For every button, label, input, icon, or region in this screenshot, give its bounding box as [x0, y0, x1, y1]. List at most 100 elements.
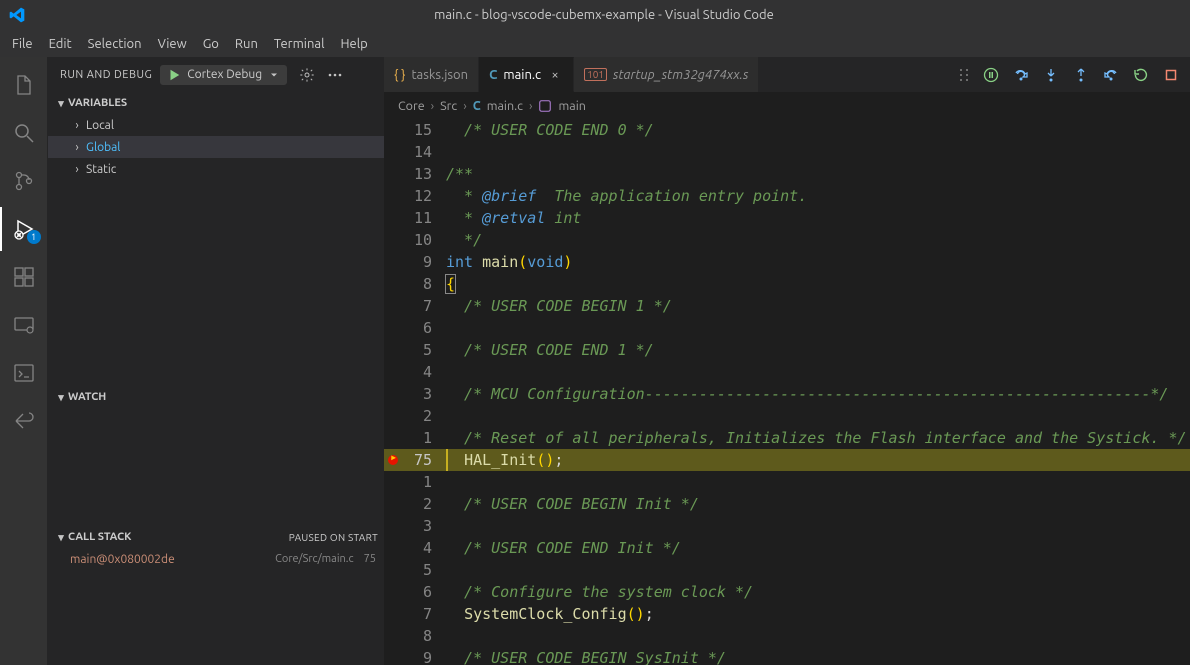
code-line[interactable]: 12 * @brief The application entry point. [384, 185, 1190, 207]
activity-search[interactable] [0, 111, 48, 155]
menu-help[interactable]: Help [332, 33, 375, 55]
code-line[interactable]: 4 /* USER CODE END Init */ [384, 537, 1190, 559]
step-out-button[interactable] [1072, 66, 1090, 84]
code-line[interactable]: 8{ [384, 273, 1190, 295]
menu-run[interactable]: Run [227, 33, 266, 55]
breakpoint-gutter[interactable] [384, 471, 402, 493]
callstack-header[interactable]: ▾ CALL STACK PAUSED ON START [48, 526, 384, 548]
crumb-file[interactable]: main.c [487, 99, 523, 113]
window-title: main.c - blog-vscode-cubemx-example - Vi… [26, 8, 1182, 22]
watch-header[interactable]: ▾ WATCH [48, 386, 384, 408]
activity-share[interactable] [0, 399, 48, 443]
tab-startup-s[interactable]: 101 startup_stm32g474xx.s [574, 57, 759, 92]
breakpoint-gutter[interactable] [384, 295, 402, 317]
crumb-src[interactable]: Src [440, 99, 457, 113]
grip-icon[interactable] [958, 67, 970, 83]
menu-selection[interactable]: Selection [80, 33, 150, 55]
breakpoint-gutter[interactable] [384, 185, 402, 207]
debug-more-button[interactable] [327, 67, 343, 83]
code-line[interactable]: 7 SystemClock_Config(); [384, 603, 1190, 625]
crumb-core[interactable]: Core [398, 99, 425, 113]
crumb-symbol[interactable]: main [558, 99, 585, 113]
tab-close-button[interactable]: × [547, 68, 563, 82]
continue-button[interactable] [982, 66, 1000, 84]
menu-view[interactable]: View [150, 33, 195, 55]
breakpoint-gutter[interactable] [384, 273, 402, 295]
tab-main-c[interactable]: C main.c × [479, 57, 574, 92]
breakpoint-gutter[interactable] [384, 581, 402, 603]
callstack-frame[interactable]: main@0x080002de Core/Src/main.c 75 [48, 548, 384, 570]
code-content [446, 515, 1190, 537]
breakpoint-gutter[interactable] [384, 603, 402, 625]
code-line[interactable]: 3 [384, 515, 1190, 537]
code-line[interactable]: 14 [384, 141, 1190, 163]
code-line[interactable]: 2 [384, 405, 1190, 427]
code-line[interactable]: 8 [384, 625, 1190, 647]
breakpoint-gutter[interactable] [384, 405, 402, 427]
breakpoint-gutter[interactable] [384, 207, 402, 229]
breakpoint-gutter[interactable] [384, 515, 402, 537]
code-line[interactable]: 4 [384, 361, 1190, 383]
breakpoint-gutter[interactable] [384, 559, 402, 581]
activity-remote[interactable] [0, 303, 48, 347]
activity-extensions[interactable] [0, 255, 48, 299]
breadcrumbs[interactable]: Core › Src › C main.c › main [384, 93, 1190, 119]
breakpoint-gutter[interactable] [384, 251, 402, 273]
breakpoint-gutter[interactable] [384, 163, 402, 185]
breakpoint-gutter[interactable] [384, 383, 402, 405]
code-line[interactable]: 1 /* Reset of all peripherals, Initializ… [384, 427, 1190, 449]
breakpoint-gutter[interactable] [384, 493, 402, 515]
code-line[interactable]: 6 [384, 317, 1190, 339]
breakpoint-gutter[interactable] [384, 229, 402, 251]
menu-edit[interactable]: Edit [41, 33, 80, 55]
code-line[interactable]: 7 /* USER CODE BEGIN 1 */ [384, 295, 1190, 317]
code-line[interactable]: 15 /* USER CODE END 0 */ [384, 119, 1190, 141]
variables-scope-local[interactable]: › Local [48, 114, 384, 136]
debug-config-select[interactable]: Cortex Debug [160, 65, 287, 85]
activity-run-debug[interactable]: 1 [0, 207, 48, 251]
breakpoint-gutter[interactable] [384, 339, 402, 361]
menu-terminal[interactable]: Terminal [266, 33, 333, 55]
step-into-button[interactable] [1042, 66, 1060, 84]
breakpoint-gutter[interactable] [384, 317, 402, 339]
code-line[interactable]: ▸75 HAL_Init(); [384, 449, 1190, 471]
code-content: * @retval int [446, 207, 1190, 229]
step-over-button[interactable] [1012, 66, 1030, 84]
code-line[interactable]: 13/** [384, 163, 1190, 185]
code-line[interactable]: 1 [384, 471, 1190, 493]
tab-tasks-json[interactable]: { } tasks.json [384, 57, 479, 92]
code-line[interactable]: 5 [384, 559, 1190, 581]
code-line[interactable]: 6 /* Configure the system clock */ [384, 581, 1190, 603]
breakpoint-gutter[interactable] [384, 625, 402, 647]
breakpoint-gutter[interactable] [384, 119, 402, 141]
breakpoint-gutter[interactable] [384, 361, 402, 383]
step-back-button[interactable] [1102, 66, 1120, 84]
menu-go[interactable]: Go [195, 33, 227, 55]
breakpoint-gutter[interactable]: ▸ [384, 449, 402, 471]
variables-header[interactable]: ▾ VARIABLES [48, 92, 384, 114]
code-editor[interactable]: 15 /* USER CODE END 0 */1413/**12 * @bri… [384, 119, 1190, 665]
code-line[interactable]: 11 * @retval int [384, 207, 1190, 229]
menu-file[interactable]: File [4, 33, 41, 55]
breakpoint-gutter[interactable] [384, 141, 402, 163]
line-number: 7 [402, 603, 438, 625]
watch-section: ▾ WATCH [48, 386, 384, 526]
code-line[interactable]: 3 /* MCU Configuration------------------… [384, 383, 1190, 405]
line-number: 9 [402, 647, 438, 665]
code-line[interactable]: 9 /* USER CODE BEGIN SysInit */ [384, 647, 1190, 665]
breakpoint-gutter[interactable] [384, 537, 402, 559]
stop-button[interactable] [1162, 66, 1180, 84]
line-number: 1 [402, 471, 438, 493]
variables-scope-global[interactable]: › Global [48, 136, 384, 158]
code-line[interactable]: 9int main(void) [384, 251, 1190, 273]
code-line[interactable]: 2 /* USER CODE BEGIN Init */ [384, 493, 1190, 515]
breakpoint-gutter[interactable] [384, 647, 402, 665]
activity-terminal[interactable] [0, 351, 48, 395]
code-line[interactable]: 5 /* USER CODE END 1 */ [384, 339, 1190, 361]
activity-explorer[interactable] [0, 63, 48, 107]
activity-source-control[interactable] [0, 159, 48, 203]
debug-gear-button[interactable] [299, 67, 315, 83]
restart-button[interactable] [1132, 66, 1150, 84]
variables-scope-static[interactable]: › Static [48, 158, 384, 180]
code-line[interactable]: 10 */ [384, 229, 1190, 251]
